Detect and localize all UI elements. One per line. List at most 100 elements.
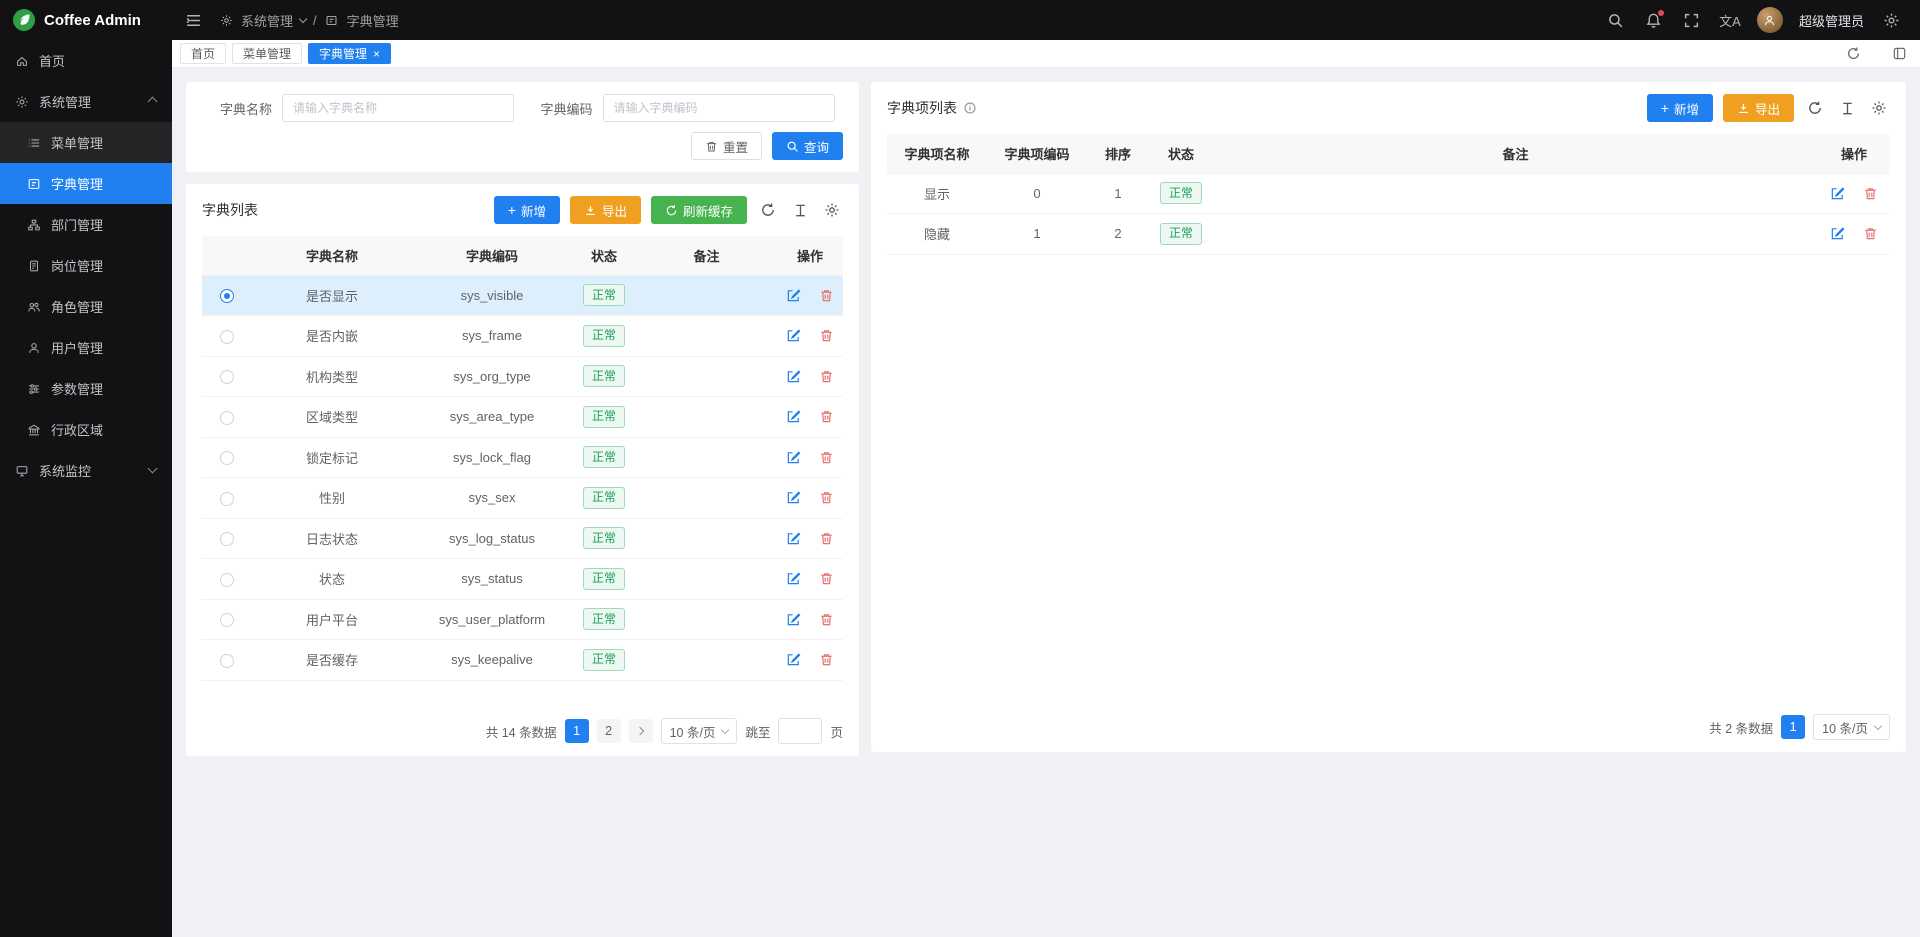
row-radio[interactable] (220, 492, 234, 506)
dict-name-input[interactable] (282, 94, 514, 122)
breadcrumb-parent[interactable]: 系统管理 (241, 11, 293, 30)
edit-icon[interactable] (785, 611, 802, 628)
row-radio[interactable] (220, 289, 234, 303)
delete-icon[interactable] (1862, 225, 1879, 242)
edit-icon[interactable] (785, 570, 802, 587)
row-radio[interactable] (220, 451, 234, 465)
delete-icon[interactable] (818, 489, 835, 506)
table-row[interactable]: 是否缓存 sys_keepalive 正常 (202, 640, 843, 681)
sidebar-group-system-mgmt[interactable]: 系统管理 (0, 81, 172, 122)
edit-icon[interactable] (785, 530, 802, 547)
edit-icon[interactable] (785, 408, 802, 425)
row-radio[interactable] (220, 330, 234, 344)
sidebar-item-user-mgmt[interactable]: 用户管理 (0, 327, 172, 368)
sidebar-item-role-mgmt[interactable]: 角色管理 (0, 286, 172, 327)
add-dict-button[interactable]: +新增 (494, 196, 560, 224)
row-radio[interactable] (220, 654, 234, 668)
sidebar-item-region-mgmt[interactable]: 行政区域 (0, 409, 172, 450)
sidebar-item-menu-mgmt[interactable]: 菜单管理 (0, 122, 172, 163)
dict-items-table: 字典项名称 字典项编码 排序 状态 备注 操作 显示 0 (887, 134, 1890, 255)
delete-icon[interactable] (818, 570, 835, 587)
tab-menu-mgmt[interactable]: 菜单管理 (232, 43, 302, 64)
fullscreen-icon[interactable] (1681, 9, 1703, 31)
refresh-cache-button[interactable]: 刷新缓存 (651, 196, 747, 224)
page-size-select[interactable]: 10 条/页 (661, 718, 738, 744)
edit-icon[interactable] (785, 287, 802, 304)
edit-icon[interactable] (785, 489, 802, 506)
table-row[interactable]: 区域类型 sys_area_type 正常 (202, 397, 843, 438)
refresh-icon[interactable] (757, 199, 779, 221)
delete-icon[interactable] (818, 530, 835, 547)
sidebar-item-home[interactable]: 首页 (0, 40, 172, 81)
reset-button[interactable]: 重置 (691, 132, 762, 160)
edit-icon[interactable] (785, 368, 802, 385)
add-item-button[interactable]: +新增 (1647, 94, 1713, 122)
row-radio[interactable] (220, 411, 234, 425)
page-size-select[interactable]: 10 条/页 (1813, 714, 1890, 740)
page-button-1[interactable]: 1 (565, 719, 589, 743)
edit-icon[interactable] (785, 327, 802, 344)
sidebar-group-system-monitor[interactable]: 系统监控 (0, 450, 172, 491)
edit-icon[interactable] (785, 651, 802, 668)
delete-icon[interactable] (818, 408, 835, 425)
notification-bell-icon[interactable] (1643, 9, 1665, 31)
sidebar-item-post-mgmt[interactable]: 岗位管理 (0, 245, 172, 286)
row-density-icon[interactable] (1836, 97, 1858, 119)
sidebar-item-dict-mgmt[interactable]: 字典管理 (0, 163, 172, 204)
delete-icon[interactable] (818, 368, 835, 385)
export-dict-button[interactable]: 导出 (570, 196, 641, 224)
page-button-2[interactable]: 2 (597, 719, 621, 743)
row-radio[interactable] (220, 613, 234, 627)
username[interactable]: 超级管理员 (1799, 11, 1864, 30)
close-icon[interactable]: × (373, 48, 380, 60)
delete-icon[interactable] (818, 327, 835, 344)
table-row[interactable]: 机构类型 sys_org_type 正常 (202, 356, 843, 397)
row-radio[interactable] (220, 573, 234, 587)
table-row[interactable]: 锁定标记 sys_lock_flag 正常 (202, 437, 843, 478)
delete-icon[interactable] (818, 287, 835, 304)
table-row[interactable]: 隐藏 1 2 正常 (887, 214, 1890, 255)
delete-icon[interactable] (818, 651, 835, 668)
translate-icon[interactable]: 文A (1719, 9, 1741, 31)
delete-icon[interactable] (818, 449, 835, 466)
breadcrumb-current[interactable]: 字典管理 (347, 11, 399, 30)
edit-icon[interactable] (1829, 185, 1846, 202)
delete-icon[interactable] (1862, 185, 1879, 202)
document-icon (324, 12, 340, 28)
remark-cell (636, 599, 777, 640)
table-row[interactable]: 显示 0 1 正常 (887, 173, 1890, 214)
tab-home[interactable]: 首页 (180, 43, 226, 64)
column-settings-gear-icon[interactable] (1868, 97, 1890, 119)
search-icon[interactable] (1605, 9, 1627, 31)
delete-icon[interactable] (818, 611, 835, 628)
next-page-button[interactable] (629, 719, 653, 743)
table-row[interactable]: 是否内嵌 sys_frame 正常 (202, 316, 843, 357)
jump-page-input[interactable] (778, 718, 822, 744)
breadcrumb: 系统管理 / 字典管理 (218, 11, 399, 30)
avatar[interactable] (1757, 7, 1783, 33)
row-density-icon[interactable] (789, 199, 811, 221)
page-button-1[interactable]: 1 (1781, 715, 1805, 739)
table-row[interactable]: 用户平台 sys_user_platform 正常 (202, 599, 843, 640)
query-button[interactable]: 查询 (772, 132, 843, 160)
edit-icon[interactable] (1829, 225, 1846, 242)
table-row[interactable]: 日志状态 sys_log_status 正常 (202, 518, 843, 559)
refresh-icon[interactable] (1842, 43, 1864, 65)
export-items-button[interactable]: 导出 (1723, 94, 1794, 122)
sidebar-item-dept-mgmt[interactable]: 部门管理 (0, 204, 172, 245)
dict-code-input[interactable] (603, 94, 835, 122)
table-row[interactable]: 性别 sys_sex 正常 (202, 478, 843, 519)
page-size-value: 10 条/页 (1822, 718, 1868, 737)
column-settings-gear-icon[interactable] (821, 199, 843, 221)
row-radio[interactable] (220, 370, 234, 384)
table-row[interactable]: 状态 sys_status 正常 (202, 559, 843, 600)
row-radio[interactable] (220, 532, 234, 546)
collapse-sidebar-icon[interactable] (182, 9, 204, 31)
tab-dict-mgmt[interactable]: 字典管理× (308, 43, 391, 64)
sidebar-item-param-mgmt[interactable]: 参数管理 (0, 368, 172, 409)
settings-gear-icon[interactable] (1880, 9, 1902, 31)
table-row[interactable]: 是否显示 sys_visible 正常 (202, 275, 843, 316)
refresh-icon[interactable] (1804, 97, 1826, 119)
edit-icon[interactable] (785, 449, 802, 466)
layout-toggle-icon[interactable] (1888, 43, 1910, 65)
